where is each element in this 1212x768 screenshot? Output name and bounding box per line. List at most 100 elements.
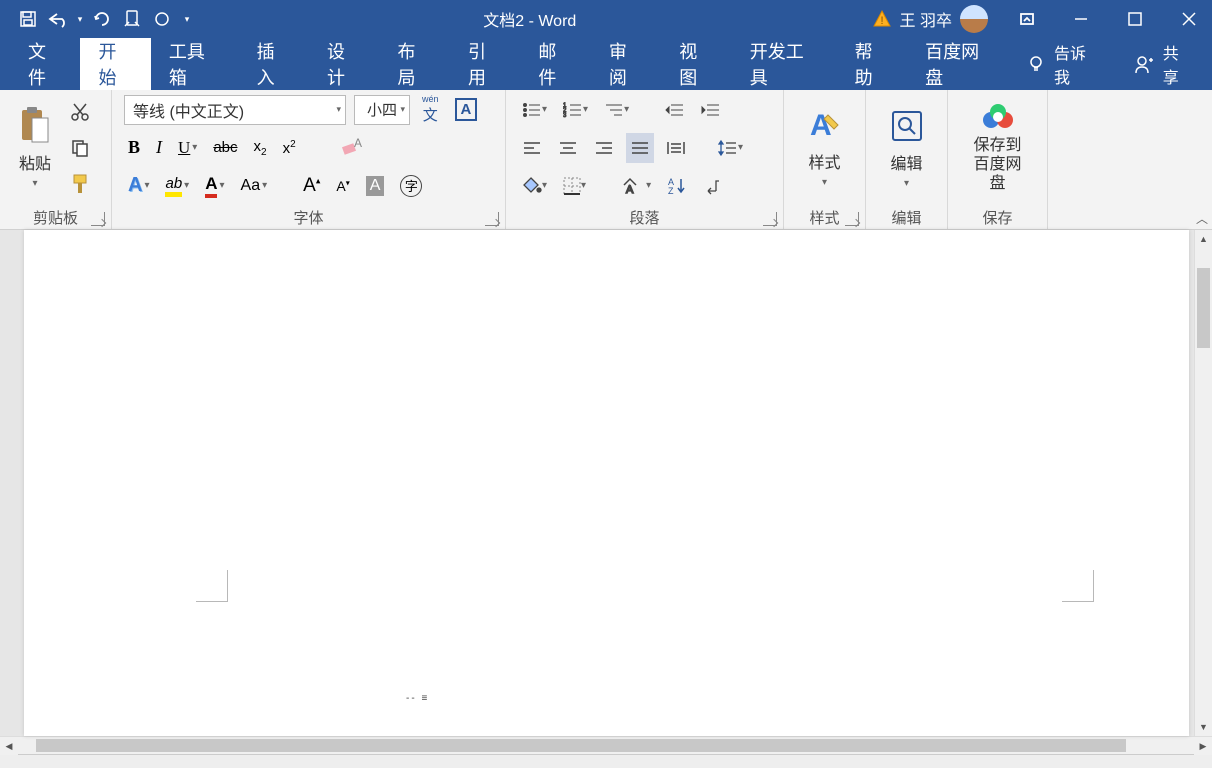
bullets-button[interactable]: ▾	[518, 95, 551, 125]
underline-button[interactable]: U▾	[174, 133, 201, 163]
multilevel-list-button[interactable]: ▾	[600, 95, 633, 125]
tab-help[interactable]: 帮助	[837, 38, 907, 90]
status-bar	[0, 754, 1212, 768]
decrease-indent-button[interactable]	[661, 95, 689, 125]
save-icon[interactable]	[14, 5, 42, 33]
baidu-cloud-icon	[980, 102, 1016, 132]
scroll-left-icon[interactable]: ◀	[0, 737, 18, 755]
avatar[interactable]	[960, 5, 988, 33]
enclose-characters-button[interactable]: 字	[396, 171, 426, 201]
minimize-icon[interactable]	[1058, 0, 1104, 38]
tab-baidu[interactable]: 百度网盘	[907, 38, 1012, 90]
vertical-scrollbar[interactable]: ▲ ▼	[1194, 230, 1212, 736]
align-distributed-button[interactable]	[662, 133, 690, 163]
hscroll-thumb[interactable]	[36, 739, 1126, 752]
copy-button[interactable]	[66, 133, 94, 163]
document-page[interactable]: -- ≡	[24, 230, 1189, 736]
increase-indent-button[interactable]	[697, 95, 725, 125]
horizontal-scrollbar[interactable]: ◀ ▶	[0, 736, 1212, 754]
margin-corner-tr	[1062, 570, 1094, 602]
window-title: 文档2 - Word	[196, 7, 864, 31]
text-effects-button[interactable]: A▾	[124, 171, 153, 201]
tab-developer[interactable]: 开发工具	[732, 38, 837, 90]
asian-layout-button[interactable]: A▾	[618, 171, 655, 201]
align-justify-button[interactable]	[626, 133, 654, 163]
borders-button[interactable]: ▾	[559, 171, 590, 201]
change-case-button[interactable]: Aa▾	[237, 171, 272, 201]
close-icon[interactable]	[1166, 0, 1212, 38]
cut-button[interactable]	[66, 97, 94, 127]
subscript-button[interactable]: x2	[250, 133, 271, 163]
group-styles-label: 样式	[809, 207, 839, 228]
group-save-label: 保存	[982, 207, 1012, 228]
tab-layout[interactable]: 布局	[379, 38, 449, 90]
scroll-up-icon[interactable]: ▲	[1195, 230, 1212, 248]
superscript-button[interactable]: x2	[279, 133, 300, 163]
qat-customize-icon[interactable]: ▾	[178, 5, 196, 33]
share-button[interactable]: 共享	[1113, 38, 1212, 90]
tab-home[interactable]: 开始	[80, 38, 150, 90]
styles-button[interactable]: A 样式 ▾	[796, 103, 854, 192]
tab-insert[interactable]: 插入	[239, 38, 309, 90]
svg-text:Z: Z	[668, 186, 674, 195]
font-name-combo[interactable]: 等线 (中文正文)▾	[124, 95, 346, 125]
collapse-ribbon-icon[interactable]: ︿	[1196, 210, 1208, 227]
align-center-button[interactable]	[554, 133, 582, 163]
sync-status-icon[interactable]	[148, 5, 176, 33]
shading-button[interactable]: ▾	[518, 171, 551, 201]
align-right-button[interactable]	[590, 133, 618, 163]
tell-me[interactable]: 告诉我	[1012, 38, 1113, 90]
clipboard-icon	[18, 106, 52, 146]
tab-toolbox[interactable]: 工具箱	[151, 38, 239, 90]
paste-button[interactable]: 粘贴 ▾	[8, 102, 62, 193]
italic-button[interactable]: I	[152, 133, 166, 163]
font-size-combo[interactable]: 小四▾	[354, 95, 410, 125]
user-name: 王 羽卒	[900, 7, 952, 31]
line-spacing-button[interactable]: ▾	[714, 133, 747, 163]
scroll-down-icon[interactable]: ▼	[1195, 718, 1212, 736]
group-font-label: 字体	[293, 207, 323, 228]
maximize-icon[interactable]	[1112, 0, 1158, 38]
save-baidu-button[interactable]: 保存到 百度网盘	[956, 98, 1039, 198]
touch-mode-icon[interactable]	[118, 5, 146, 33]
show-marks-button[interactable]	[699, 171, 727, 201]
tab-design[interactable]: 设计	[309, 38, 379, 90]
svg-text:3: 3	[563, 113, 567, 118]
clipboard-launcher[interactable]	[91, 212, 105, 226]
text-cursor: -- ≡	[406, 693, 429, 704]
format-painter-button[interactable]	[66, 169, 94, 199]
redo-icon[interactable]	[88, 5, 116, 33]
bold-button[interactable]: B	[124, 133, 144, 163]
share-icon	[1133, 53, 1155, 75]
shrink-font-button[interactable]: A▾	[332, 171, 353, 201]
tab-mailings[interactable]: 邮件	[520, 38, 590, 90]
tab-review[interactable]: 审阅	[591, 38, 661, 90]
tab-file[interactable]: 文件	[10, 38, 80, 90]
numbering-button[interactable]: 123▾	[559, 95, 592, 125]
tab-view[interactable]: 视图	[661, 38, 731, 90]
styles-icon: A	[806, 107, 844, 145]
font-launcher[interactable]	[485, 212, 499, 226]
strikethrough-button[interactable]: abc	[209, 133, 241, 163]
font-color-button[interactable]: A▾	[201, 171, 228, 201]
scroll-right-icon[interactable]: ▶	[1194, 737, 1212, 755]
vscroll-thumb[interactable]	[1197, 268, 1210, 348]
tab-references[interactable]: 引用	[450, 38, 520, 90]
warning-icon: !	[872, 9, 892, 29]
styles-launcher[interactable]	[845, 212, 859, 226]
find-icon	[887, 106, 927, 146]
ribbon-display-icon[interactable]	[1004, 0, 1050, 38]
editing-button[interactable]: 编辑 ▾	[877, 102, 937, 193]
character-shading-button[interactable]: A	[362, 171, 389, 201]
sort-button[interactable]: AZ	[663, 171, 691, 201]
highlight-button[interactable]: ab▾	[161, 171, 193, 201]
phonetic-guide-button[interactable]: wén文	[418, 95, 443, 125]
character-border-button[interactable]: A	[451, 95, 482, 125]
undo-dropdown-icon[interactable]: ▾	[74, 5, 86, 33]
clear-formatting-button[interactable]: A	[336, 133, 366, 163]
grow-font-button[interactable]: A▴	[299, 171, 324, 201]
paragraph-launcher[interactable]	[763, 212, 777, 226]
svg-text:A: A	[354, 137, 362, 150]
undo-icon[interactable]	[44, 5, 72, 33]
align-left-button[interactable]	[518, 133, 546, 163]
